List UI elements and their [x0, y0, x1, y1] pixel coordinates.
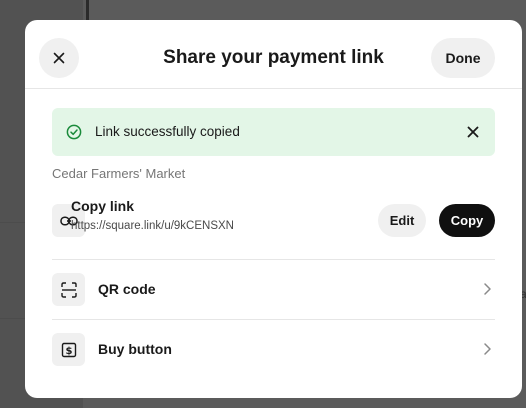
chevron-right-icon: [484, 283, 491, 295]
success-banner: Link successfully copied: [52, 108, 495, 156]
market-name: Cedar Farmers' Market: [52, 166, 186, 181]
check-circle-icon: [66, 124, 82, 140]
done-button[interactable]: Done: [431, 38, 495, 78]
qr-code-option[interactable]: QR code: [52, 267, 495, 313]
buy-button-label: Buy button: [98, 341, 172, 357]
background-line: [0, 222, 25, 223]
qr-code-label: QR code: [98, 281, 156, 297]
row-divider: [52, 259, 495, 260]
buy-button-icon-tile: $: [52, 333, 85, 366]
buy-button-option[interactable]: $ Buy button: [52, 327, 495, 373]
qr-code-icon: [60, 281, 77, 298]
background-line: [0, 318, 25, 319]
dollar-button-icon: $: [61, 342, 76, 357]
close-icon: [467, 126, 479, 138]
edit-link-button[interactable]: Edit: [378, 204, 426, 237]
payment-link-url: https://square.link/u/9kCENSXN: [71, 220, 234, 232]
row-divider: [52, 319, 495, 320]
copy-link-button[interactable]: Copy: [439, 204, 495, 237]
qr-icon-tile: [52, 273, 85, 306]
copy-link-title: Copy link: [71, 198, 135, 214]
share-payment-link-modal: Share your payment link Done Link succes…: [25, 20, 522, 398]
svg-text:$: $: [65, 346, 72, 357]
dismiss-banner-button[interactable]: [463, 122, 483, 142]
banner-message: Link successfully copied: [95, 124, 240, 139]
header-divider: [25, 88, 522, 89]
chevron-right-icon: [484, 343, 491, 355]
